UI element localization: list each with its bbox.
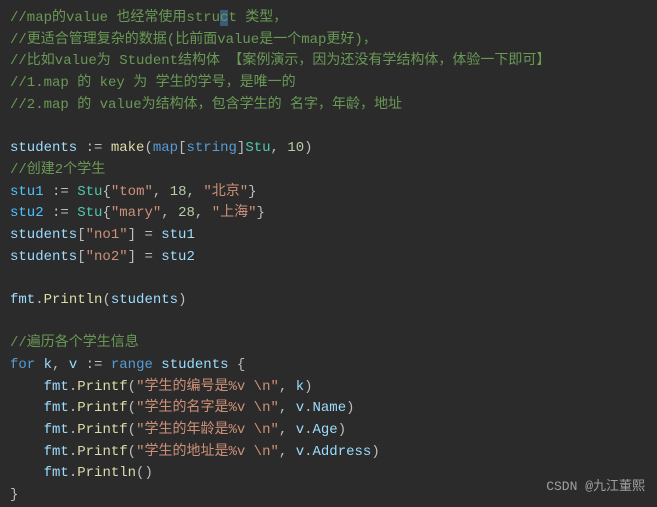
watermark: CSDN @九江董熙 xyxy=(546,477,645,497)
code-line: fmt.Println(students) xyxy=(10,290,647,312)
code-line: //创建2个学生 xyxy=(10,160,647,182)
code-line: fmt.Printf("学生的编号是%v \n", k) xyxy=(10,377,647,399)
blank-line xyxy=(10,312,647,334)
code-line: //2.map 的 value为结构体，包含学生的 名字，年龄，地址 xyxy=(10,95,647,117)
code-line: //map的value 也经常使用struct 类型， xyxy=(10,8,647,30)
code-line: students["no2"] = stu2 xyxy=(10,247,647,269)
blank-line xyxy=(10,116,647,138)
code-line: fmt.Printf("学生的地址是%v \n", v.Address) xyxy=(10,442,647,464)
code-line: //更适合管理复杂的数据(比前面value是一个map更好)， xyxy=(10,30,647,52)
code-line: //1.map 的 key 为 学生的学号，是唯一的 xyxy=(10,73,647,95)
code-line: fmt.Printf("学生的年龄是%v \n", v.Age) xyxy=(10,420,647,442)
code-line: stu2 := Stu{"mary", 28, "上海"} xyxy=(10,203,647,225)
blank-line xyxy=(10,268,647,290)
code-line: fmt.Printf("学生的名字是%v \n", v.Name) xyxy=(10,398,647,420)
code-line: //遍历各个学生信息 xyxy=(10,333,647,355)
code-line: //比如value为 Student结构体 【案例演示，因为还没有学结构体，体验… xyxy=(10,51,647,73)
code-editor[interactable]: //map的value 也经常使用struct 类型， //更适合管理复杂的数据… xyxy=(10,8,647,507)
code-line: stu1 := Stu{"tom", 18, "北京"} xyxy=(10,182,647,204)
code-line: students := make(map[string]Stu, 10) xyxy=(10,138,647,160)
code-line: students["no1"] = stu1 xyxy=(10,225,647,247)
code-line: for k, v := range students { xyxy=(10,355,647,377)
